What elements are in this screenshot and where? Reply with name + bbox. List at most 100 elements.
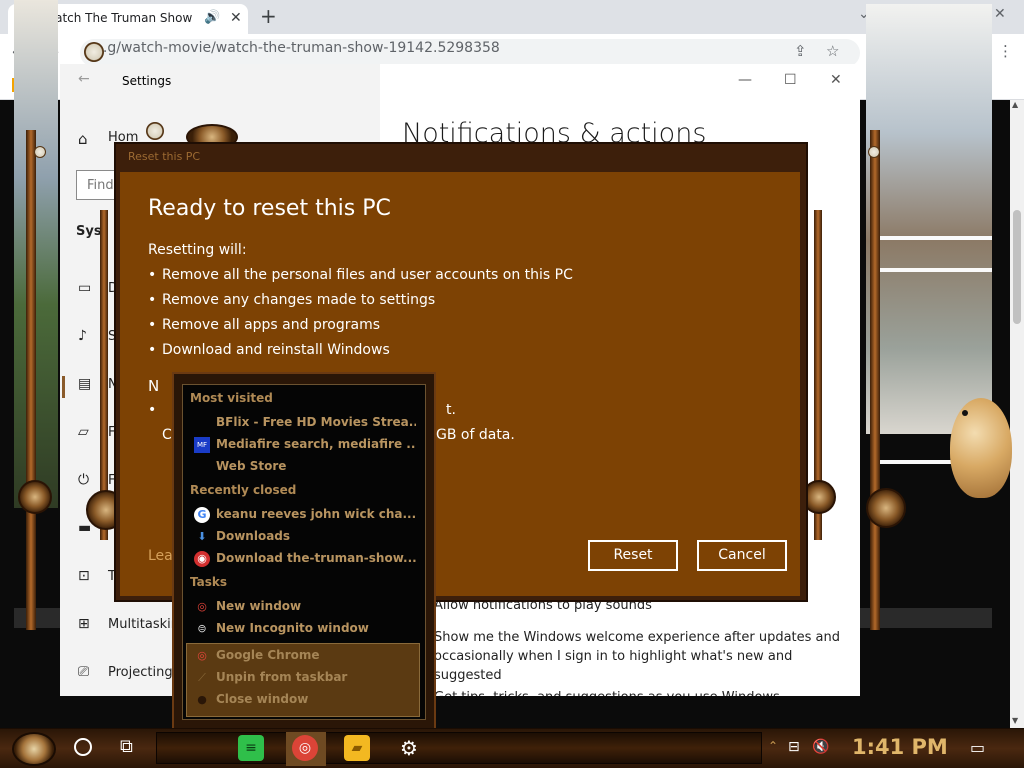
hamster-desktop-pet[interactable] xyxy=(950,398,1012,498)
share-icon[interactable]: ⇪ xyxy=(794,42,807,60)
bookmark-star-icon[interactable]: ☆ xyxy=(826,42,839,60)
settings-gear-icon[interactable]: ⚙ xyxy=(396,735,422,761)
file-explorer-icon[interactable]: ▰ xyxy=(344,735,370,761)
url-text[interactable]: ...g/watch-movie/watch-the-truman-show-1… xyxy=(94,40,500,56)
gauge-icon xyxy=(34,146,46,158)
back-arrow-icon[interactable]: ← xyxy=(78,71,90,87)
chrome-icon: ◎ xyxy=(197,649,207,662)
display-icon[interactable]: ▭ xyxy=(78,280,91,296)
action-center-icon[interactable]: ▭ xyxy=(970,738,985,757)
setting-label: occasionally when I sign in to highlight… xyxy=(434,649,793,664)
partial-bullet-dot: • xyxy=(148,402,157,418)
projecting-icon[interactable]: ⎚ xyxy=(78,664,89,680)
gauge-icon xyxy=(84,42,104,62)
jumplist-item[interactable]: MF Mediafire search, mediafire ... xyxy=(190,434,420,456)
chrome-app-icon[interactable]: ◎ xyxy=(292,735,318,761)
home-icon[interactable]: ⌂ xyxy=(78,130,88,148)
minimize-button[interactable]: — xyxy=(738,72,752,88)
mediafire-icon: MF xyxy=(194,437,210,453)
steampunk-pipe xyxy=(26,130,36,630)
reset-bullet: • Remove any changes made to settings xyxy=(148,292,436,308)
tablet-icon[interactable]: ⊡ xyxy=(78,568,90,584)
gear-icon xyxy=(18,480,52,514)
learn-more-link[interactable]: Lea xyxy=(148,548,173,564)
jumplist-action[interactable]: ◎ Google Chrome xyxy=(190,645,420,667)
nav-item-projecting[interactable]: Projecting xyxy=(108,665,173,680)
start-button-gear-icon[interactable] xyxy=(12,732,56,766)
porch-rail xyxy=(874,236,992,240)
setting-label: Show me the Windows welcome experience a… xyxy=(434,630,841,645)
power-icon[interactable]: ⏻ xyxy=(78,472,89,488)
task-view-icon[interactable]: ⧉ xyxy=(120,736,133,757)
chrome-menu-icon[interactable]: ⋮ xyxy=(998,42,1013,60)
network-icon[interactable]: ⊟ xyxy=(788,739,800,755)
jumplist-item[interactable]: BFlix - Free HD Movies Strea... xyxy=(190,412,420,434)
hamster-eye xyxy=(962,410,968,416)
tray-chevron-icon[interactable]: ⌃ xyxy=(768,739,778,753)
reset-button[interactable]: Reset xyxy=(588,540,678,571)
setting-label: suggested xyxy=(434,668,502,683)
scroll-down-icon[interactable]: ▼ xyxy=(1012,716,1018,725)
jumplist-item[interactable]: ◎ New window xyxy=(190,596,420,618)
jumplist-action[interactable]: ● Close window xyxy=(190,689,420,711)
new-tab-button[interactable]: + xyxy=(260,4,277,28)
jumplist-item[interactable]: G keanu reeves john wick cha... xyxy=(190,504,420,526)
dialog-section-heading: N xyxy=(148,377,160,395)
partial-line: GB of data. xyxy=(436,427,515,443)
jumplist-item[interactable]: ◉ Download the-truman-show.... xyxy=(190,548,420,570)
incognito-icon: ⊜ xyxy=(197,622,207,635)
jumplist-heading: Most visited xyxy=(190,391,273,405)
setting-label: Get tips, tricks, and suggestions as you… xyxy=(434,688,780,696)
reset-bullet: • Remove all apps and programs xyxy=(148,317,381,333)
find-placeholder: Find xyxy=(87,178,114,193)
close-window-icon: ● xyxy=(197,693,207,706)
movie-still-left xyxy=(14,0,58,508)
site-favicon-icon xyxy=(194,459,210,475)
close-browser-button[interactable]: ✕ xyxy=(994,6,1006,22)
jumplist-item[interactable]: ⊜ New Incognito window xyxy=(190,618,420,640)
close-settings-button[interactable]: ✕ xyxy=(830,72,842,88)
google-icon: G xyxy=(194,507,210,523)
jumplist-item[interactable]: Web Store xyxy=(190,456,420,478)
maximize-button[interactable]: ☐ xyxy=(784,72,797,88)
partial-line: C xyxy=(162,427,172,443)
gear-icon xyxy=(866,488,906,528)
sound-icon[interactable]: ♪ xyxy=(78,328,87,344)
jumplist-item[interactable]: ⬇ Downloads xyxy=(190,526,420,548)
dialog-heading: Ready to reset this PC xyxy=(148,196,391,221)
partial-line: t. xyxy=(446,402,456,418)
scrollbar-thumb[interactable] xyxy=(1013,210,1021,324)
reset-bullet: • Remove all the personal files and user … xyxy=(148,267,573,283)
cancel-button[interactable]: Cancel xyxy=(697,540,787,571)
steampunk-pipe xyxy=(870,130,880,630)
tab-close-icon[interactable]: ✕ xyxy=(230,10,242,26)
chrome-icon: ◎ xyxy=(197,600,207,613)
jumplist-heading: Recently closed xyxy=(190,483,297,497)
jumplist-action[interactable]: ⟋ Unpin from taskbar xyxy=(190,667,420,689)
dialog-subhead: Resetting will: xyxy=(148,242,247,258)
dialog-caption: Reset this PC xyxy=(128,150,201,163)
site-favicon-icon: ◉ xyxy=(194,551,210,567)
gauge-icon xyxy=(868,146,880,158)
download-icon: ⬇ xyxy=(197,530,207,543)
taskbar-clock[interactable]: 1:41 PM xyxy=(852,735,948,759)
multitasking-icon[interactable]: ⊞ xyxy=(78,616,90,632)
settings-titlebar: ← Settings — ☐ ✕ xyxy=(60,64,860,96)
focus-assist-icon[interactable]: ▱ xyxy=(78,424,89,440)
volume-muted-icon[interactable]: 🔇 xyxy=(812,739,829,755)
scroll-up-icon[interactable]: ▲ xyxy=(1012,100,1018,109)
tab-audio-icon[interactable]: 🔊 xyxy=(204,10,220,25)
jumplist-heading: Tasks xyxy=(190,575,228,589)
site-favicon-icon xyxy=(194,415,210,431)
porch-rail xyxy=(874,268,992,272)
settings-title: Settings xyxy=(122,74,172,88)
tab-title: Watch The Truman Show xyxy=(44,11,193,25)
notes-app-icon[interactable]: ≡ xyxy=(238,735,264,761)
notifications-icon[interactable]: ▤ xyxy=(78,376,91,392)
page-scrollbar[interactable] xyxy=(1010,100,1024,728)
nav-selection-indicator xyxy=(62,376,65,398)
search-circle-icon[interactable] xyxy=(74,738,92,756)
unpin-icon: ⟋ xyxy=(198,671,206,684)
storage-icon[interactable]: ▬ xyxy=(78,520,91,536)
reset-bullet: • Download and reinstall Windows xyxy=(148,342,390,358)
